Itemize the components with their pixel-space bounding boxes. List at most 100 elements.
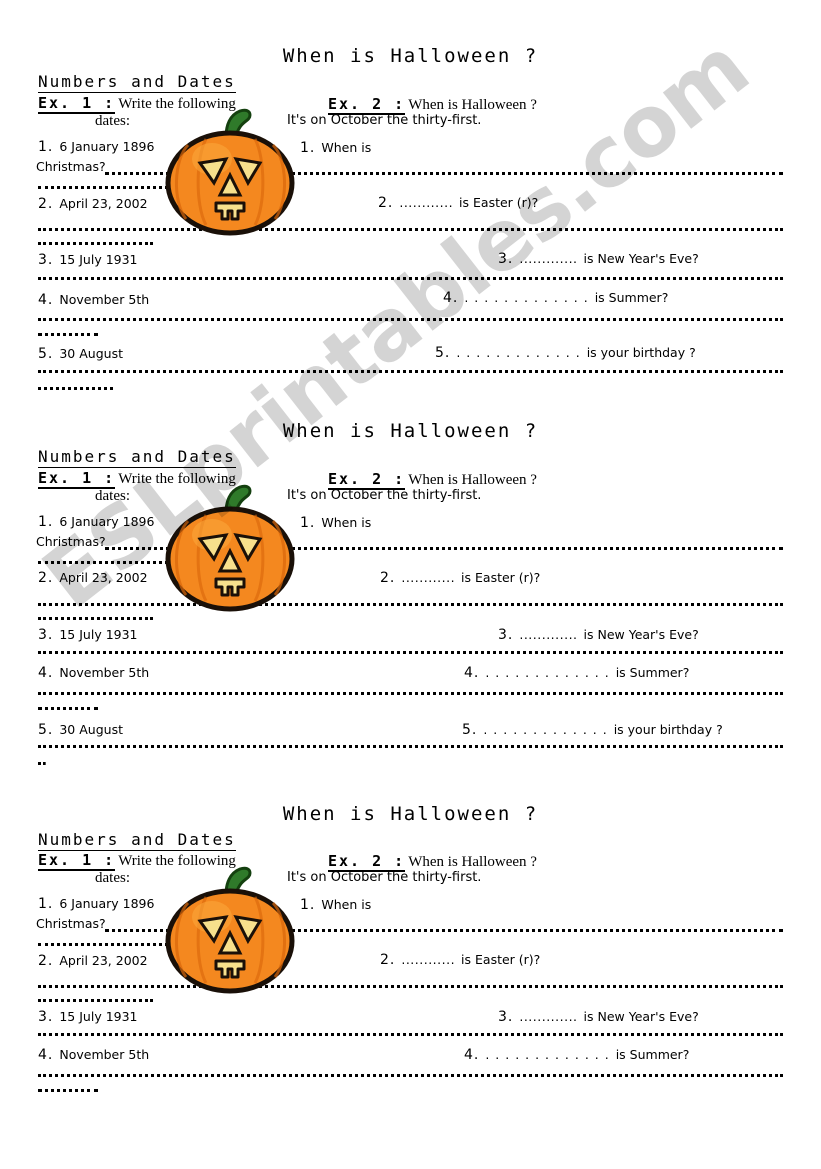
item-number: 1.: [38, 896, 54, 912]
section-header: Numbers and Dates: [38, 447, 236, 468]
list-item: 4. . . . . . . . . . . . . . is Summer?: [464, 665, 689, 681]
item-text: is Easter (r)?: [459, 195, 539, 210]
item-leader: . . . . . . . . . . . . .: [464, 290, 589, 305]
list-item: 3. 15 July 1931: [38, 627, 138, 643]
item-number: 4.: [38, 292, 54, 308]
writing-line: [38, 370, 783, 376]
item-leader: .............: [519, 627, 578, 642]
exercise2-label: Ex. 2 :: [328, 95, 406, 115]
list-item: 5. 30 August: [38, 346, 123, 362]
list-item: 3.............. is New Year's Eve?: [498, 1009, 699, 1025]
exercise2-heading: Ex. 2 : When is Halloween ?: [328, 852, 537, 872]
exercise1-label: Ex. 1 :: [38, 469, 116, 489]
list-item: 3. 15 July 1931: [38, 252, 138, 268]
writing-line: [38, 561, 168, 567]
writing-line: [38, 387, 113, 393]
item-text: is New Year's Eve?: [583, 251, 699, 266]
list-item: 2. April 23, 2002: [38, 570, 148, 586]
exercise2-label: Ex. 2 :: [328, 852, 406, 872]
writing-line: [38, 943, 168, 949]
writing-line: [38, 186, 168, 192]
item-text: is Easter (r)?: [461, 952, 541, 967]
item-text: April 23, 2002: [59, 196, 148, 211]
writing-line: [38, 651, 783, 657]
list-item: 4. November 5th: [38, 665, 149, 681]
exercise2-prompt: When is Halloween ?: [408, 97, 537, 113]
item-number: 1.: [38, 514, 54, 530]
item-number: 2.: [38, 953, 54, 969]
answer-fragment: Christmas?: [36, 534, 106, 550]
item-text: 6 January 1896: [59, 896, 155, 911]
writing-line: [38, 762, 46, 768]
list-item: 4. . . . . . . . . . . . . . is Summer?: [464, 1047, 689, 1063]
item-leader: . . . . . . . . . . . . .: [485, 1047, 610, 1062]
answer-fragment-text: Christmas?: [36, 159, 106, 174]
item-text: April 23, 2002: [59, 570, 148, 585]
writing-line: [38, 1089, 98, 1095]
item-text: 30 August: [59, 346, 123, 361]
writing-line: [38, 999, 153, 1005]
exercise2-heading: Ex. 2 : When is Halloween ?: [328, 470, 537, 490]
writing-line: [38, 277, 783, 283]
item-text: 30 August: [59, 722, 123, 737]
writing-line: [38, 242, 153, 248]
item-number: 4.: [443, 290, 459, 306]
list-item: 2. April 23, 2002: [38, 953, 148, 969]
item-text: When is: [321, 140, 372, 155]
writing-line: [38, 1074, 783, 1080]
list-item: 2. April 23, 2002: [38, 196, 148, 212]
exercise2-heading: Ex. 2 : When is Halloween ?: [328, 95, 537, 115]
item-leader: . . . . . . . . . . . . .: [483, 722, 608, 737]
list-item: 2............. is Easter (r)?: [380, 570, 540, 586]
list-item: 1. 6 January 1896: [38, 514, 154, 530]
item-text: is your birthday ?: [586, 345, 696, 360]
item-text: November 5th: [59, 1047, 150, 1062]
list-item: 4. November 5th: [38, 292, 149, 308]
item-text: 15 July 1931: [59, 627, 138, 642]
item-number: 2.: [38, 570, 54, 586]
writing-line: [38, 333, 98, 339]
item-leader: ............: [401, 952, 456, 967]
exercise1-label: Ex. 1 :: [38, 94, 116, 114]
writing-line: [38, 1033, 783, 1039]
exercise2-answer: It's on October the thirty-first.: [287, 113, 482, 128]
item-number: 3.: [38, 627, 54, 643]
item-leader: . . . . . . . . . . . . .: [456, 345, 581, 360]
item-number: 4.: [464, 1047, 480, 1063]
item-leader: . . . . . . . . . . . . .: [485, 665, 610, 680]
section-header: Numbers and Dates: [38, 830, 236, 851]
exercise2-answer: It's on October the thirty-first.: [287, 870, 482, 885]
item-number: 2.: [38, 196, 54, 212]
pumpkin-clipart: [160, 865, 300, 1000]
list-item: 2............. is Easter (r)?: [380, 952, 540, 968]
item-number: 5.: [462, 722, 478, 738]
writing-line: [38, 985, 783, 991]
item-number: 2.: [380, 570, 396, 586]
item-number: 1.: [300, 515, 316, 531]
writing-line: [38, 228, 783, 234]
item-number: 4.: [38, 665, 54, 681]
item-text: is Summer?: [594, 290, 669, 305]
item-leader: ............: [399, 195, 454, 210]
item-text: 15 July 1931: [59, 1009, 138, 1024]
pumpkin-clipart: [160, 483, 300, 618]
item-number: 2.: [378, 195, 394, 211]
item-text: When is: [321, 897, 372, 912]
list-item: 5. 30 August: [38, 722, 123, 738]
writing-line: [38, 617, 153, 623]
item-number: 3.: [498, 251, 514, 267]
item-number: 5.: [435, 345, 451, 361]
list-item: 4. . . . . . . . . . . . . . is Summer?: [443, 290, 668, 306]
list-item: 3.............. is New Year's Eve?: [498, 251, 699, 267]
list-item: 2............. is Easter (r)?: [378, 195, 538, 211]
section-header: Numbers and Dates: [38, 72, 236, 93]
exercise1-instruction-cont: dates:: [95, 488, 130, 504]
item-text: April 23, 2002: [59, 953, 148, 968]
item-number: 4.: [464, 665, 480, 681]
writing-line: [38, 745, 783, 751]
exercise2-label: Ex. 2 :: [328, 470, 406, 490]
item-number: 1.: [300, 140, 316, 156]
exercise2-prompt: When is Halloween ?: [408, 854, 537, 870]
item-leader: .............: [519, 251, 578, 266]
item-text: 6 January 1896: [59, 514, 155, 529]
